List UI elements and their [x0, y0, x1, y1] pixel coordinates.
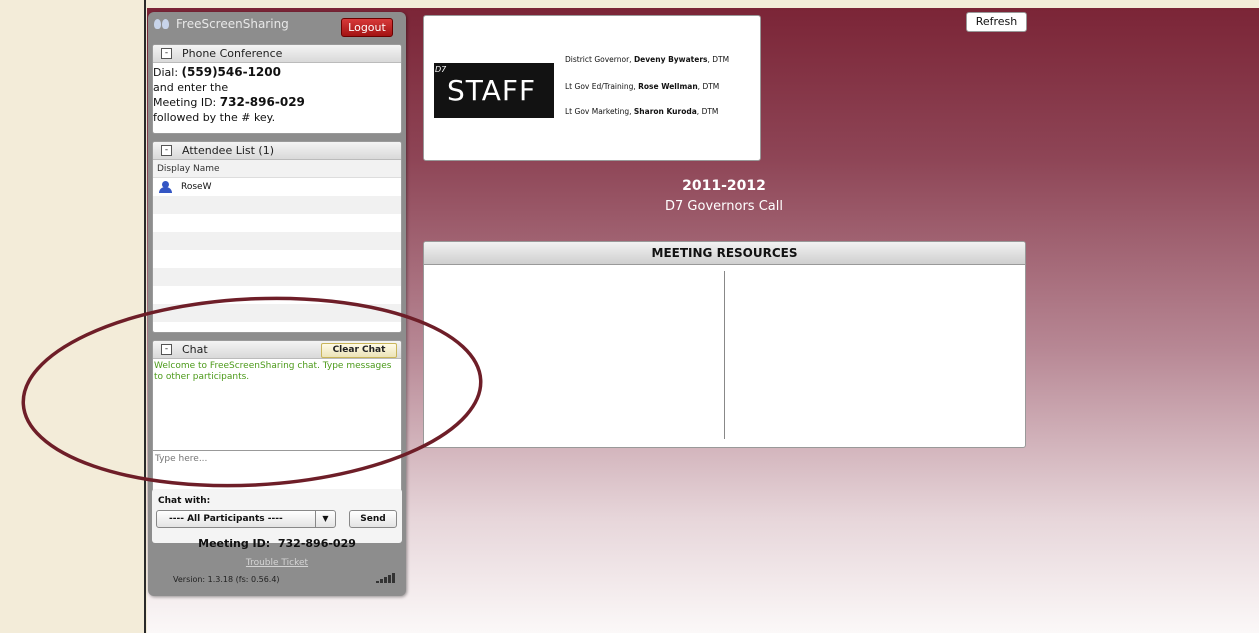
attendee-row-empty	[153, 196, 401, 214]
brand-logo-icon	[154, 18, 171, 30]
attendee-row-empty	[153, 268, 401, 286]
trouble-ticket-link[interactable]: Trouble Ticket	[148, 558, 406, 568]
resources-divider	[724, 271, 725, 439]
meeting-id-value: 732-896-029	[219, 95, 305, 109]
attendee-list-panel: - Attendee List (1) Display Name RoseW	[152, 141, 402, 333]
officer-suffix: , DTM	[696, 107, 719, 116]
chat-input[interactable]	[153, 451, 401, 487]
meeting-year: 2011-2012	[682, 178, 766, 194]
officer-line: District Governor, Deveny Bywaters, DTM	[565, 55, 729, 64]
toggle-minus-icon[interactable]: -	[161, 344, 172, 355]
display-name-column-header: Display Name	[153, 160, 401, 178]
attendee-row-empty	[153, 304, 401, 322]
attendee-row-empty	[153, 232, 401, 250]
signal-strength-icon	[372, 573, 400, 583]
recipient-value: ---- All Participants ----	[169, 514, 283, 524]
officer-suffix: , DTM	[707, 55, 730, 64]
footer-meeting-id-value: 732-896-029	[277, 537, 356, 550]
meeting-id-label: Meeting ID:	[153, 96, 217, 109]
dropdown-arrow-icon[interactable]: ▼	[315, 511, 335, 527]
attendee-list-header: - Attendee List (1)	[153, 142, 401, 160]
officer-role: Lt Gov Ed/Training,	[565, 82, 636, 91]
chat-title: Chat	[182, 343, 208, 356]
phone-line-2: and enter the	[153, 80, 229, 94]
officer-role: Lt Gov Marketing,	[565, 107, 632, 116]
attendee-row-empty	[153, 214, 401, 232]
phone-conference-title: Phone Conference	[182, 47, 283, 60]
officer-role: District Governor,	[565, 55, 632, 64]
user-icon	[159, 181, 173, 193]
page-margin	[0, 0, 146, 633]
top-strip	[147, 0, 1259, 8]
brand-name: FreeScreenSharing	[176, 17, 289, 31]
chat-with-label: Chat with:	[158, 496, 211, 506]
phone-conference-header: - Phone Conference	[153, 45, 401, 63]
staff-logo-prefix: D7	[435, 65, 447, 74]
chat-with-panel: Chat with: ---- All Participants ---- ▼ …	[152, 489, 402, 543]
refresh-button[interactable]: Refresh	[966, 12, 1027, 32]
chat-messages: Welcome to FreeScreenSharing chat. Type …	[153, 359, 401, 451]
clear-chat-button[interactable]: Clear Chat	[321, 343, 397, 358]
meeting-subtitle: D7 Governors Call	[665, 199, 783, 214]
toggle-minus-icon[interactable]: -	[161, 145, 172, 156]
attendee-rows: RoseW	[153, 178, 401, 322]
meeting-resources-panel: MEETING RESOURCES	[423, 241, 1026, 448]
version-text: Version: 1.3.18 (fs: 0.56.4)	[173, 575, 280, 584]
officer-name: Sharon Kuroda	[633, 107, 697, 116]
chat-header: - Chat Clear Chat	[153, 341, 401, 359]
attendee-row-empty	[153, 250, 401, 268]
staff-logo: D7 STAFF	[434, 63, 554, 118]
attendee-list-title: Attendee List (1)	[182, 144, 275, 157]
officer-line: Lt Gov Marketing, Sharon Kuroda, DTM	[565, 107, 718, 116]
meeting-resources-title: MEETING RESOURCES	[424, 242, 1025, 265]
phone-instructions: Dial: (559)546-1200 and enter the Meetin…	[153, 63, 401, 125]
attendee-row[interactable]: RoseW	[153, 178, 401, 196]
staff-logo-word: STAFF	[447, 74, 537, 107]
phone-line-4: followed by the # key.	[153, 110, 276, 124]
staff-card: D7 STAFF District Governor, Deveny Bywat…	[423, 15, 761, 161]
officer-line: Lt Gov Ed/Training, Rose Wellman, DTM	[565, 82, 719, 91]
officer-suffix: , DTM	[697, 82, 720, 91]
recipient-select[interactable]: ---- All Participants ---- ▼	[156, 510, 336, 528]
chat-panel: - Chat Clear Chat Welcome to FreeScreenS…	[152, 340, 402, 506]
officer-name: Rose Wellman	[638, 82, 698, 91]
side-panel: FreeScreenSharing Logout - Phone Confere…	[148, 12, 406, 596]
footer-meeting-id-label: Meeting ID:	[198, 537, 271, 550]
brand: FreeScreenSharing	[154, 17, 289, 31]
officer-name: Deveny Bywaters	[633, 55, 708, 64]
send-button[interactable]: Send	[349, 510, 397, 528]
attendee-name: RoseW	[181, 182, 212, 192]
attendee-row-empty	[153, 286, 401, 304]
dial-label: Dial:	[153, 66, 179, 79]
logout-button[interactable]: Logout	[341, 18, 393, 37]
toggle-minus-icon[interactable]: -	[161, 48, 172, 59]
dial-number: (559)546-1200	[181, 65, 281, 79]
phone-conference-panel: - Phone Conference Dial: (559)546-1200 a…	[152, 44, 402, 134]
footer-meeting-id: Meeting ID: 732-896-029	[148, 537, 406, 550]
